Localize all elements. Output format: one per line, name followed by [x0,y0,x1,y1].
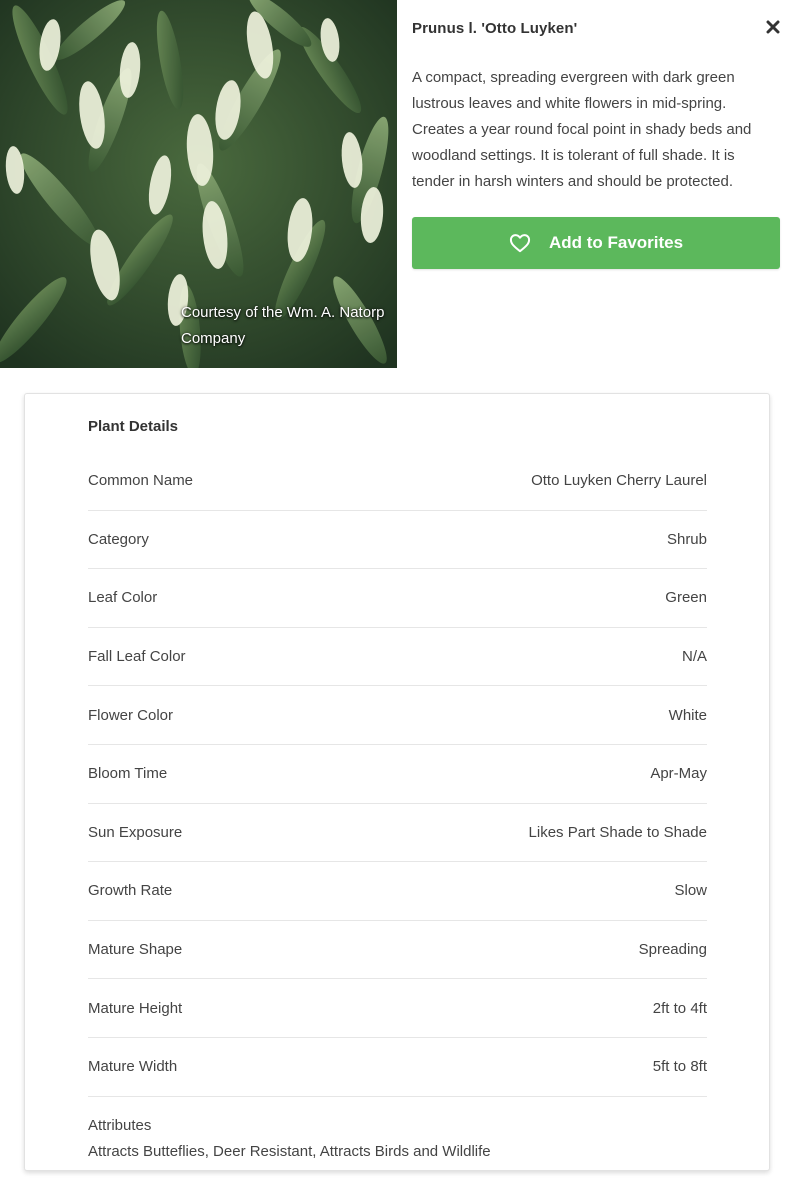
detail-row-mature-shape: Mature Shape Spreading [88,921,707,980]
detail-value: Otto Luyken Cherry Laurel [531,472,707,490]
plant-details-list: Common Name Otto Luyken Cherry Laurel Ca… [88,452,707,1097]
detail-row-fall-leaf-color: Fall Leaf Color N/A [88,628,707,687]
plant-header: Courtesy of the Wm. A. Natorp Company Pr… [0,0,794,368]
plant-details-heading: Plant Details [88,418,179,435]
attributes-value: Attracts Butteflies, Deer Resistant, Att… [88,1143,491,1160]
detail-value: Spreading [638,941,707,959]
add-to-favorites-button[interactable]: Add to Favorites [412,217,780,269]
detail-row-category: Category Shrub [88,511,707,570]
detail-label: Sun Exposure [88,823,183,841]
detail-value: Green [665,589,707,607]
detail-label: Fall Leaf Color [88,648,186,666]
detail-label: Category [88,530,149,548]
detail-value: White [668,706,707,724]
detail-label: Mature Width [88,1058,178,1076]
detail-row-mature-width: Mature Width 5ft to 8ft [88,1038,707,1097]
plant-photo: Courtesy of the Wm. A. Natorp Company [0,0,397,368]
detail-label: Flower Color [88,706,174,724]
close-button[interactable] [762,16,784,38]
heart-icon [509,234,531,253]
detail-row-bloom-time: Bloom Time Apr-May [88,745,707,804]
close-icon [766,20,780,34]
detail-label: Mature Height [88,999,183,1017]
plant-title: Prunus l. 'Otto Luyken' [412,20,578,37]
detail-value: Apr-May [650,765,707,783]
detail-row-sun-exposure: Sun Exposure Likes Part Shade to Shade [88,804,707,863]
detail-value: 2ft to 4ft [652,999,707,1017]
detail-attributes: Attributes Attracts Butteflies, Deer Res… [88,1113,707,1165]
detail-label: Growth Rate [88,882,173,900]
detail-label: Common Name [88,472,194,490]
detail-value: N/A [681,648,707,666]
plant-description: A compact, spreading evergreen with dark… [412,69,752,190]
photo-credit: Courtesy of the Wm. A. Natorp Company [181,304,385,347]
detail-label: Leaf Color [88,589,158,607]
detail-label: Mature Shape [88,941,183,959]
detail-row-common-name: Common Name Otto Luyken Cherry Laurel [88,452,707,511]
detail-value: Slow [674,882,707,900]
detail-row-leaf-color: Leaf Color Green [88,569,707,628]
detail-row-growth-rate: Growth Rate Slow [88,862,707,921]
detail-value: 5ft to 8ft [652,1058,707,1076]
detail-value: Shrub [666,530,707,548]
plant-details-card: Plant Details Common Name Otto Luyken Ch… [24,393,770,1171]
detail-row-mature-height: Mature Height 2ft to 4ft [88,979,707,1038]
detail-value: Likes Part Shade to Shade [528,823,707,841]
detail-label: Bloom Time [88,765,168,783]
detail-row-flower-color: Flower Color White [88,686,707,745]
add-to-favorites-label: Add to Favorites [548,233,684,252]
attributes-label: Attributes [88,1117,152,1134]
